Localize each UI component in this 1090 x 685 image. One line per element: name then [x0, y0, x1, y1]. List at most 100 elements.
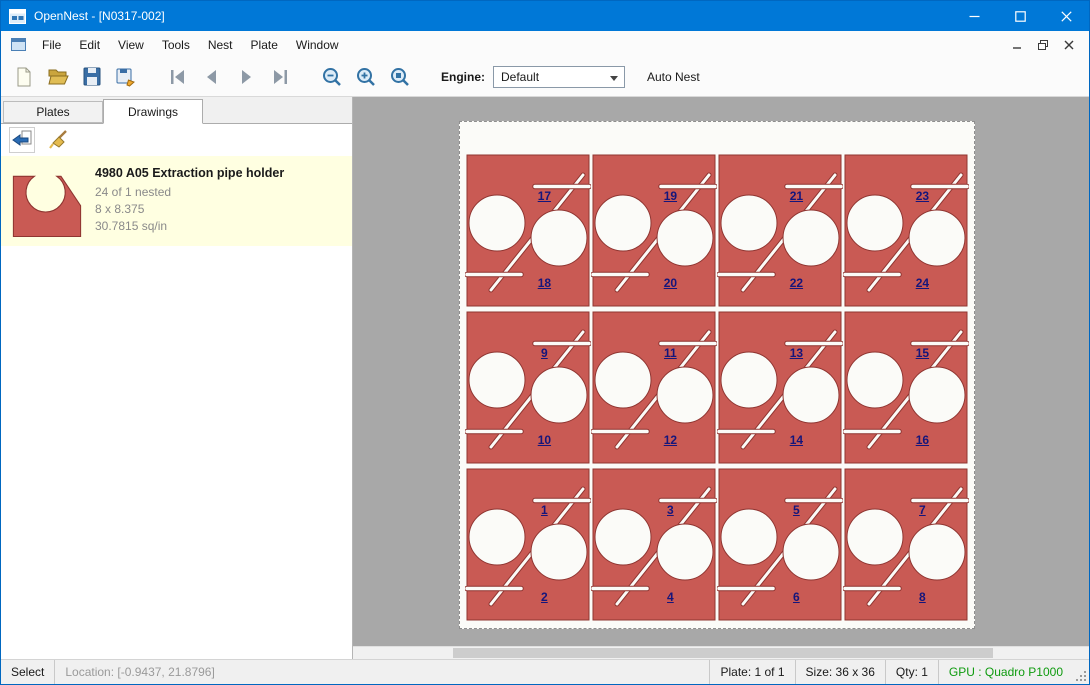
part-number-top: 3 — [667, 503, 674, 517]
nest-grid: 17 18 19 20 21 22 — [465, 153, 969, 624]
plate-sheet[interactable]: 17 18 19 20 21 22 — [459, 121, 975, 629]
part-number-bottom: 16 — [916, 433, 929, 447]
menu-bar: FileEditViewToolsNestPlateWindow — [1, 31, 1089, 58]
last-plate-icon[interactable] — [263, 61, 297, 93]
part-number-top: 23 — [916, 189, 929, 203]
status-location: Location: [-0.9437, 21.8796] — [55, 660, 709, 684]
part-number-bottom: 20 — [664, 276, 677, 290]
import-drawing-icon[interactable] — [9, 127, 35, 153]
nest-pair-cell[interactable]: 17 18 — [465, 153, 591, 310]
menu-item-nest[interactable]: Nest — [199, 34, 242, 56]
part-number-top: 9 — [541, 346, 548, 360]
nested-part-pair — [717, 310, 843, 467]
drawing-dimensions: 8 x 8.375 — [95, 201, 284, 218]
zoom-out-icon[interactable] — [315, 61, 349, 93]
zoom-in-icon[interactable] — [349, 61, 383, 93]
maximize-button[interactable] — [997, 1, 1043, 31]
status-qty: Qty: 1 — [885, 660, 938, 684]
minimize-button[interactable] — [951, 1, 997, 31]
new-file-icon[interactable] — [7, 61, 41, 93]
part-number-bottom: 2 — [541, 590, 548, 604]
mdi-child-icon[interactable] — [11, 37, 29, 53]
sidebar-tabstrip: Plates Drawings — [1, 97, 352, 123]
next-plate-icon[interactable] — [229, 61, 263, 93]
tab-drawings[interactable]: Drawings — [103, 99, 203, 124]
nest-pair-cell[interactable]: 5 6 — [717, 467, 843, 624]
first-plate-icon[interactable] — [161, 61, 195, 93]
part-number-top: 13 — [790, 346, 803, 360]
nest-canvas[interactable]: 17 18 19 20 21 22 — [353, 97, 1089, 659]
nest-pair-cell[interactable]: 7 8 — [843, 467, 969, 624]
nested-part-pair — [465, 153, 591, 310]
part-number-bottom: 18 — [538, 276, 551, 290]
mdi-restore-icon[interactable] — [1031, 35, 1055, 55]
part-thumbnail — [11, 164, 83, 238]
engine-label: Engine: — [441, 70, 485, 84]
status-size: Size: 36 x 36 — [795, 660, 885, 684]
engine-select[interactable]: Default — [493, 66, 625, 88]
part-number-bottom: 6 — [793, 590, 800, 604]
nest-pair-cell[interactable]: 13 14 — [717, 310, 843, 467]
mdi-minimize-icon[interactable] — [1005, 35, 1029, 55]
scrollbar-thumb[interactable] — [453, 648, 993, 658]
nested-part-pair — [843, 310, 969, 467]
part-number-bottom: 24 — [916, 276, 929, 290]
nested-part-pair — [843, 153, 969, 310]
zoom-fit-icon[interactable] — [383, 61, 417, 93]
nest-pair-cell[interactable]: 11 12 — [591, 310, 717, 467]
nested-part-pair — [591, 153, 717, 310]
nest-pair-cell[interactable]: 3 4 — [591, 467, 717, 624]
part-number-top: 1 — [541, 503, 548, 517]
nest-pair-cell[interactable]: 15 16 — [843, 310, 969, 467]
nest-pair-cell[interactable]: 9 10 — [465, 310, 591, 467]
nest-pair-cell[interactable]: 21 22 — [717, 153, 843, 310]
nested-part-pair — [591, 467, 717, 624]
app-window: OpenNest - [N0317-002] FileEditViewTools… — [0, 0, 1090, 685]
nest-pair-cell[interactable]: 23 24 — [843, 153, 969, 310]
menu-item-window[interactable]: Window — [287, 34, 348, 56]
nest-pair-cell[interactable]: 19 20 — [591, 153, 717, 310]
part-number-bottom: 14 — [790, 433, 803, 447]
drawings-toolbar — [1, 124, 352, 156]
status-bar: Select Location: [-0.9437, 21.8796] Plat… — [1, 659, 1089, 684]
horizontal-scrollbar[interactable] — [353, 646, 1089, 659]
close-button[interactable] — [1043, 1, 1089, 31]
status-mode: Select — [1, 660, 55, 684]
open-folder-icon[interactable] — [41, 61, 75, 93]
app-icon — [9, 7, 27, 25]
mdi-close-icon[interactable] — [1057, 35, 1081, 55]
menu-item-tools[interactable]: Tools — [153, 34, 199, 56]
drawings-panel: 4980 A05 Extraction pipe holder 24 of 1 … — [1, 123, 352, 659]
nested-part-pair — [465, 467, 591, 624]
save-icon[interactable] — [75, 61, 109, 93]
previous-plate-icon[interactable] — [195, 61, 229, 93]
menu-item-file[interactable]: File — [33, 34, 70, 56]
status-gpu: GPU : Quadro P1000 — [938, 660, 1073, 684]
part-number-top: 11 — [664, 346, 677, 360]
tab-plates[interactable]: Plates — [3, 101, 103, 123]
drawing-list-item[interactable]: 4980 A05 Extraction pipe holder 24 of 1 … — [1, 156, 352, 246]
chevron-down-icon — [610, 76, 618, 81]
nested-part-pair — [717, 153, 843, 310]
menu-items: FileEditViewToolsNestPlateWindow — [33, 38, 348, 52]
menu-item-plate[interactable]: Plate — [242, 34, 287, 56]
part-number-bottom: 10 — [538, 433, 551, 447]
main-area: Plates Drawings — [1, 97, 1089, 659]
nest-pair-cell[interactable]: 1 2 — [465, 467, 591, 624]
drawing-area: 30.7815 sq/in — [95, 218, 284, 235]
part-number-top: 21 — [790, 189, 803, 203]
nested-part-pair — [591, 310, 717, 467]
save-edit-icon[interactable] — [109, 61, 143, 93]
clean-icon[interactable] — [45, 127, 71, 153]
auto-nest-button[interactable]: Auto Nest — [647, 70, 700, 84]
part-number-top: 17 — [538, 189, 551, 203]
sidebar: Plates Drawings — [1, 97, 353, 659]
menu-item-edit[interactable]: Edit — [70, 34, 109, 56]
nested-part-pair — [717, 467, 843, 624]
window-title: OpenNest - [N0317-002] — [34, 9, 165, 23]
menu-item-view[interactable]: View — [109, 34, 153, 56]
part-number-top: 5 — [793, 503, 800, 517]
nested-part-pair — [843, 467, 969, 624]
title-bar: OpenNest - [N0317-002] — [1, 1, 1089, 31]
resize-grip[interactable] — [1073, 660, 1089, 684]
